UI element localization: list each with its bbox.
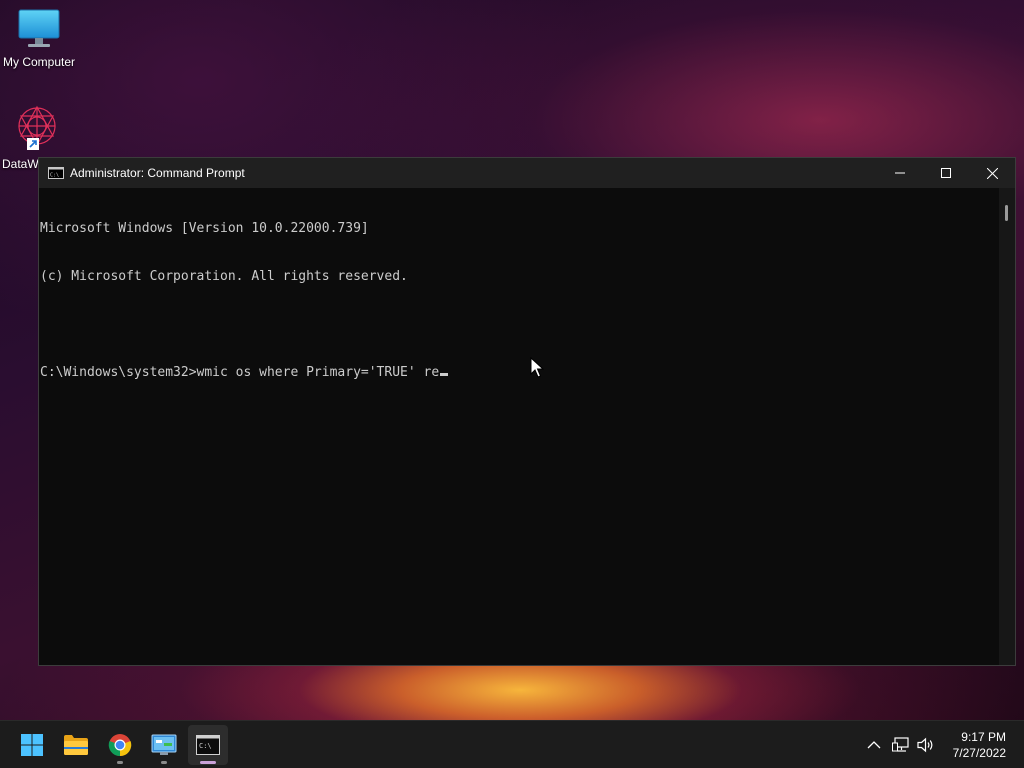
monitor-icon: [18, 9, 60, 47]
show-hidden-icons-button[interactable]: [864, 735, 884, 755]
close-icon: [986, 167, 998, 179]
minimize-button[interactable]: [877, 158, 923, 188]
vertical-scrollbar[interactable]: [999, 188, 1015, 665]
running-indicator: [117, 761, 123, 764]
start-button[interactable]: [12, 725, 52, 765]
taskbar: C:\ 9:17 PM 7/27/2022: [0, 720, 1024, 768]
close-button[interactable]: [969, 158, 1015, 188]
running-indicator: [161, 761, 167, 764]
console-line: (c) Microsoft Corporation. All rights re…: [40, 269, 408, 284]
taskbar-command-prompt[interactable]: C:\: [188, 725, 228, 765]
control-panel-icon: [151, 734, 177, 755]
window-titlebar[interactable]: C:\ Administrator: Command Prompt: [39, 158, 1015, 188]
chevron-up-icon: [867, 741, 881, 749]
scrollbar-thumb[interactable]: [1005, 205, 1008, 221]
datawatch-app-icon: [18, 105, 56, 150]
mouse-pointer-icon: [530, 357, 544, 378]
taskbar-chrome[interactable]: [100, 725, 140, 765]
taskbar-control-panel[interactable]: [144, 725, 184, 765]
clock-date: 7/27/2022: [952, 746, 1006, 760]
folder-icon: [64, 735, 88, 755]
maximize-icon: [941, 168, 951, 178]
taskbar-clock[interactable]: 9:17 PM 7/27/2022: [936, 729, 1006, 761]
svg-text:C:\: C:\: [199, 742, 212, 750]
terminal-icon: C:\: [196, 735, 220, 755]
text-cursor: [440, 373, 449, 376]
console-input-line[interactable]: C:\Windows\system32>wmic os where Primar…: [40, 365, 999, 381]
terminal-icon: C:\: [48, 167, 64, 179]
network-icon: [892, 737, 909, 752]
chrome-icon: [108, 734, 132, 757]
active-indicator: [200, 761, 216, 764]
console-command-text: C:\Windows\system32>wmic os where Primar…: [40, 365, 440, 380]
volume-button[interactable]: [916, 735, 936, 755]
windows-start-icon: [21, 734, 43, 756]
svg-text:C:\: C:\: [50, 173, 59, 179]
minimize-icon: [895, 172, 905, 174]
desktop-icon-my-computer[interactable]: My Computer: [0, 8, 79, 69]
clock-time: 9:17 PM: [961, 730, 1006, 744]
command-prompt-window[interactable]: C:\ Administrator: Command Prompt Micros…: [38, 157, 1016, 666]
volume-icon: [917, 737, 933, 753]
console-output[interactable]: Microsoft Windows [Version 10.0.22000.73…: [39, 188, 999, 665]
maximize-button[interactable]: [923, 158, 969, 188]
desktop-icon-label: My Computer: [2, 55, 76, 69]
taskbar-file-explorer[interactable]: [56, 725, 96, 765]
console-line: Microsoft Windows [Version 10.0.22000.73…: [40, 221, 369, 236]
window-title: Administrator: Command Prompt: [70, 166, 245, 180]
network-button[interactable]: [891, 735, 911, 755]
